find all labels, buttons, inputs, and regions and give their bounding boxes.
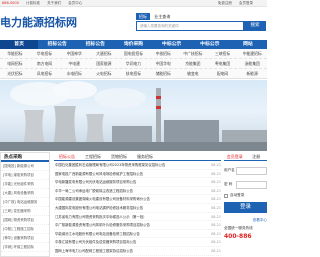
subnav-link[interactable]: 南方电网 [30,59,60,68]
subnav-link[interactable]: 华电招标 [30,49,60,58]
top-link-login[interactable]: 会员登录 [239,1,253,5]
list-item[interactable]: [中广核] 电站运维服务 [1,198,49,207]
tab-services[interactable]: 服务招标 [132,152,158,160]
subnav-link[interactable]: 输变电 [178,69,208,78]
login-button[interactable]: 登录 [224,202,267,213]
top-link-about[interactable]: 关于我们 [47,1,61,5]
subnav-link[interactable]: 中电建 [59,59,89,68]
password-field[interactable] [236,180,267,189]
top-phone: 886-0000 [2,1,19,5]
subnav-link[interactable]: 中核招标 [148,49,178,58]
subnav-link[interactable]: 华能招标 [0,49,30,58]
subnav-link[interactable]: 水电招标 [59,69,89,78]
subnav-link[interactable]: 风电招标 [30,69,60,78]
search-tab-bids[interactable]: 招标 [136,13,150,20]
subnav-link[interactable]: 华润电力 [119,59,149,68]
list-item[interactable]: 中国石化集团胜利石油管理局有限公司2023年物资采购框架协议招标公告 08-21 [54,161,221,170]
list-item[interactable]: [三峡] 变压器采购 [1,207,49,216]
hot-purchase-panel: 热点采购 [国电投] 新能源公司 [华电] 煤炭采购项目 [华能] 光伏组件采购… [0,152,50,257]
tab-register[interactable]: 注册 [246,152,268,160]
bid-list-panel: 招标公告 工程招标 货物招标 服务招标 中国石化集团胜利石油管理局有限公司202… [54,152,221,257]
subnav-link[interactable]: 中广核招标 [178,49,208,58]
hotline-label: 全国统一服务热线 [224,226,253,230]
login-panel: 会员登录 注册 用户名 密 码 自动登录 登录 查看中心 全国统一服务热线 40… [224,152,267,257]
nav-award[interactable]: 中标公示 [153,40,191,49]
hot-purchase-title: 热点采购 [1,153,49,162]
subnav-row-2: 电网招标 南方电网 中电建 国家能源 华润电力 中国华电 京能集团 粤电集团 浙… [0,59,267,69]
list-item[interactable]: [大唐] 风电设备采购 [1,189,49,198]
list-item[interactable]: [中核] 工程施工招标 [1,225,49,234]
username-label: 用户名 [224,168,235,172]
subnav-link[interactable]: 中国华电 [148,59,178,68]
top-link-register[interactable]: 免费注册 [218,1,232,5]
nav-bid-notice[interactable]: 招标公告 [38,40,76,49]
auto-login-label: 自动登录 [230,193,245,197]
search-button[interactable]: 搜索 [244,21,266,31]
list-item[interactable]: [国网] 物资采购项目 [1,216,49,225]
main-nav: 首页 招标公告 招标公告 询价采购 中标公示 中标公示 网站 [0,40,267,49]
subnav-link[interactable]: 中国神华 [59,49,89,58]
nav-home[interactable]: 首页 [0,40,39,49]
sub-nav: 华能招标 华电招标 中国神华 大唐招标 国电投招标 中核招标 中广核招标 三峡招… [0,49,267,79]
nav-bid-notice-2[interactable]: 招标公告 [76,40,114,49]
list-item[interactable]: 华电新疆发电有限公司光伏电站运维服务项目采购公告 08-21 [54,178,221,187]
subnav-link[interactable]: 粤电集团 [208,59,238,68]
list-item[interactable]: 中核汇能有限公司光伏组件及逆变器采购项目招标公告 08-21 [54,238,221,247]
tab-engineering[interactable]: 工程招标 [80,152,106,160]
top-link-member[interactable]: 会员中心 [68,1,82,5]
list-item[interactable]: [华电] 煤炭采购项目 [1,171,49,180]
power-plant-illustration [0,81,267,151]
content-area: 热点采购 [国电投] 新能源公司 [华电] 煤炭采购项目 [华能] 光伏组件采购… [0,152,267,257]
tab-bid-notice[interactable]: 招标公告 [54,152,80,160]
subnav-link[interactable]: 三峡招标 [208,49,238,58]
list-item[interactable]: 中国能源建设集团湖南火电建设有限公司设备材料采购询价公告 08-21 [54,195,221,204]
subscribe-link[interactable]: 查看中心 [224,218,267,223]
subnav-link[interactable]: 光伏招标 [0,69,30,78]
top-link-pricing[interactable]: 计费标准 [26,1,40,5]
auto-login-checkbox[interactable] [224,193,228,198]
password-label: 密 码 [224,182,233,186]
subnav-link[interactable]: 储能招标 [148,69,178,78]
list-item[interactable]: 中广核新能源投资有限公司风机叶片检修服务采购项目招标公告 08-21 [54,221,221,230]
tab-goods[interactable]: 货物招标 [106,152,132,160]
subnav-link[interactable]: 国电投招标 [119,49,149,58]
search-box: 招标 业主查询 请输入您要查询的关键词 搜索 [136,13,266,31]
subnav-link[interactable]: 浙能集团 [237,59,267,68]
subnav-link[interactable]: 配电网 [208,69,238,78]
tab-member-login[interactable]: 会员登录 [224,152,246,160]
site-logo[interactable]: 电力能源招标网 [0,14,77,30]
nav-inquiry[interactable]: 询价采购 [114,40,152,49]
list-item[interactable]: [华润] 环保工程招标 [1,243,49,252]
subnav-link[interactable]: 新能源 [237,69,267,78]
list-item[interactable]: 大唐国际发电股份有限公司电站锅炉检修技术服务招标公告 08-21 [54,204,221,213]
subnav-row-3: 光伏招标 风电招标 水电招标 火电招标 核电招标 储能招标 输变电 配电网 新能… [0,69,267,79]
subnav-row-1: 华能招标 华电招标 中国神华 大唐招标 国电投招标 中核招标 中广核招标 三峡招… [0,49,267,59]
subnav-link[interactable]: 中能建招标 [237,49,267,58]
subnav-link[interactable]: 电网招标 [0,59,30,68]
list-item[interactable]: 国网上海市电力公司配网工程施工框架协议招标公告 08-21 [54,247,221,256]
subnav-link[interactable]: 大唐招标 [89,49,119,58]
subnav-link[interactable]: 国家能源 [89,59,119,68]
nav-award-2[interactable]: 中标公示 [191,40,229,49]
list-item[interactable]: [国电投] 新能源公司 [1,162,49,171]
hotline-number: 400-886 [224,233,252,240]
subnav-link[interactable]: 核电招标 [119,69,149,78]
hero-banner[interactable] [0,80,267,151]
search-input[interactable]: 请输入您要查询的关键词 [136,21,244,31]
list-item[interactable]: 华能澜沧江水电股份有限公司电站设备检修工程招标公告 08-21 [54,230,221,239]
nav-more[interactable]: 网站 [229,40,267,49]
top-bar: 886-0000 计费标准 关于我们 会员中心 免费注册 会员登录 [0,0,267,7]
list-item[interactable]: 国家电投广西新能源有限公司风电场检修维护工程招标公告 08-21 [54,170,221,179]
list-item[interactable]: 中华一局二公司承运电厂脱硫除尘改造工程招标公告 08-21 [54,187,221,196]
list-item[interactable]: 江苏省电力有限公司物资采购批次中标候选人公示（第一批） 08-21 [54,213,221,222]
subnav-link[interactable]: 火电招标 [89,69,119,78]
list-item[interactable]: [神华] 设备采购项目 [1,234,49,243]
search-tab-owner[interactable]: 业主查询 [151,13,173,20]
username-field[interactable] [236,166,267,175]
subnav-link[interactable]: 京能集团 [178,59,208,68]
list-item[interactable]: [华能] 光伏组件采购 [1,180,49,189]
